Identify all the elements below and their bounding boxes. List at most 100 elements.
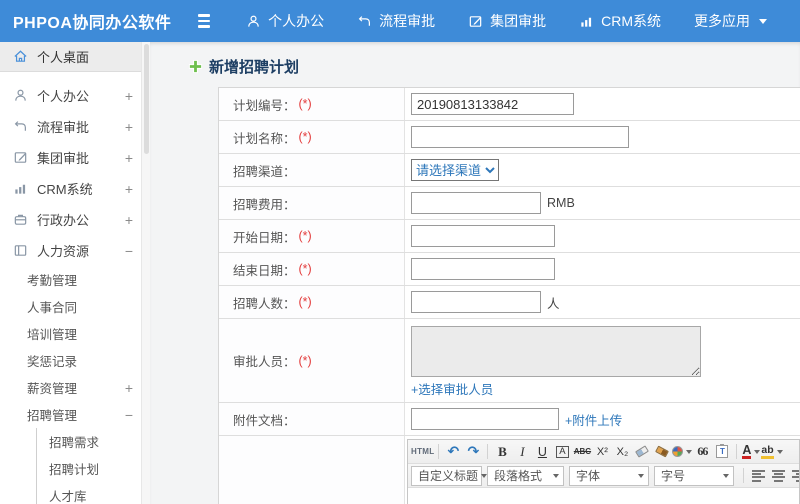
align-center-icon[interactable] <box>768 466 788 486</box>
sidebar-item-label: 奖惩记录 <box>27 355 78 369</box>
field-label: 开始日期： <box>233 230 296 245</box>
plan-name-input[interactable] <box>411 126 629 148</box>
form-row-attachment: 附件文档： +附件上传 <box>219 403 800 436</box>
sidebar-item-personal-office[interactable]: 个人办公 + <box>0 80 150 111</box>
paragraph-format-dropdown[interactable]: 段落格式 <box>487 465 564 486</box>
sidebar-item-label: 流程审批 <box>37 120 90 135</box>
expand-plus-icon[interactable]: + <box>125 182 133 196</box>
expand-plus-icon[interactable]: + <box>125 151 133 165</box>
hamburger-menu-icon[interactable] <box>198 14 211 28</box>
topbar-item-personal-office[interactable]: 个人办公 <box>246 11 324 31</box>
expand-plus-icon[interactable]: + <box>125 381 133 395</box>
font-family-dropdown[interactable]: 字体 <box>569 465 649 486</box>
sidebar-item-recruit-demand[interactable]: 招聘需求 <box>37 428 150 455</box>
channel-select[interactable]: 请选择渠道 <box>411 159 499 181</box>
topbar-item-more-apps[interactable]: 更多应用 <box>694 11 767 31</box>
custom-heading-dropdown[interactable]: 自定义标题 <box>411 465 488 486</box>
sidebar-item-hr-contract[interactable]: 人事合同 <box>0 293 150 320</box>
start-date-input[interactable] <box>411 225 555 247</box>
caret-down-icon <box>754 449 761 454</box>
sidebar-item-hr[interactable]: 人力资源 − <box>0 235 150 266</box>
required-mark: (*) <box>298 295 312 309</box>
underline-button[interactable]: U <box>532 442 552 462</box>
sidebar-recruit-group: 招聘需求 招聘计划 人才库 <box>36 428 150 504</box>
choose-approvers-link[interactable]: +选择审批人员 <box>411 379 493 398</box>
caret-down-icon <box>638 473 644 478</box>
sidebar-item-label: 集团审批 <box>37 151 90 166</box>
cost-input[interactable] <box>411 192 541 214</box>
highlight-color-button[interactable]: ab <box>761 442 783 462</box>
richtext-editor: HTML ↶ ↷ B I U A ABC X² X₂ 66 T A ab 自定义… <box>407 439 800 504</box>
bar-chart-icon <box>15 184 26 194</box>
required-mark: (*) <box>298 229 312 243</box>
end-date-input[interactable] <box>411 258 555 280</box>
caret-down-icon <box>553 473 559 478</box>
sidebar-item-crm[interactable]: CRM系统 + <box>0 173 150 204</box>
font-color-button[interactable]: A <box>741 442 761 462</box>
collapse-minus-icon[interactable]: − <box>125 244 133 258</box>
collapse-minus-icon[interactable]: − <box>125 408 133 422</box>
field-label: 审批人员： <box>233 355 296 369</box>
expand-plus-icon[interactable]: + <box>125 89 133 103</box>
field-label: 结束日期： <box>233 263 296 278</box>
id-card-icon <box>14 245 27 256</box>
page-title-text: 新增招聘计划 <box>209 58 300 76</box>
caret-down-icon <box>723 473 729 478</box>
sidebar-item-talent-pool[interactable]: 人才库 <box>37 482 150 504</box>
sidebar-item-recruit-mgmt[interactable]: 招聘管理 − <box>0 401 150 428</box>
upload-attachment-link[interactable]: +附件上传 <box>565 410 622 429</box>
sidebar-item-admin-office[interactable]: 行政办公 + <box>0 204 150 235</box>
expand-plus-icon[interactable]: + <box>125 213 133 227</box>
sidebar-scrollbar[interactable] <box>141 42 150 504</box>
plan-number-input[interactable] <box>411 93 574 115</box>
sidebar-item-label: 招聘管理 <box>27 409 78 423</box>
redo-icon[interactable]: ↷ <box>463 442 483 462</box>
headcount-input[interactable] <box>411 291 541 313</box>
sidebar-item-rewards[interactable]: 奖惩记录 <box>0 347 150 374</box>
bold-button[interactable]: B <box>492 442 512 462</box>
sidebar-item-personal-desktop[interactable]: 个人桌面 <box>0 42 150 72</box>
remove-format-eraser-icon[interactable] <box>632 442 652 462</box>
form-row-start-date: 开始日期： (*) <box>219 220 800 253</box>
attachment-input[interactable] <box>411 408 559 430</box>
strikethrough-button[interactable]: ABC <box>572 442 592 462</box>
align-right-icon[interactable] <box>788 466 799 486</box>
topbar-item-label: 流程审批 <box>379 13 436 29</box>
paste-as-text-icon[interactable]: T <box>712 442 732 462</box>
sidebar-item-recruit-plan[interactable]: 招聘计划 <box>37 455 150 482</box>
sidebar-item-workflow-approval[interactable]: 流程审批 + <box>0 111 150 142</box>
italic-button[interactable]: I <box>512 442 532 462</box>
format-painter-brush-icon[interactable] <box>652 442 672 462</box>
subscript-button[interactable]: X₂ <box>612 442 632 462</box>
blockquote-button[interactable]: 66 <box>692 442 712 462</box>
topbar-item-workflow-approval[interactable]: 流程审批 <box>357 11 435 31</box>
sidebar-item-group-approval[interactable]: 集团审批 + <box>0 142 150 173</box>
sidebar-item-training[interactable]: 培训管理 <box>0 320 150 347</box>
page-title: 新增招聘计划 <box>188 57 800 76</box>
form-row-channel: 招聘渠道： 请选择渠道 <box>219 154 800 187</box>
form-row-plan-name: 计划名称： (*) <box>219 121 800 154</box>
superscript-button[interactable]: X² <box>592 442 612 462</box>
sidebar-item-label: 考勤管理 <box>27 274 78 288</box>
sidebar-item-attendance[interactable]: 考勤管理 <box>0 266 150 293</box>
editor-content-area[interactable] <box>408 488 799 504</box>
undo-icon[interactable]: ↶ <box>443 442 463 462</box>
border-text-button[interactable]: A <box>552 442 572 462</box>
topbar-item-group-approval[interactable]: 集团审批 <box>468 11 546 31</box>
align-left-icon[interactable] <box>748 466 768 486</box>
approvers-textarea[interactable] <box>411 326 701 377</box>
font-size-dropdown[interactable]: 字号 <box>654 465 734 486</box>
form-row-headcount: 招聘人数： (*) 人 <box>219 286 800 319</box>
required-mark: (*) <box>298 353 312 368</box>
topbar: PHPOA协同办公软件 个人办公 流程审批 集团审批 CRM系统 更多应用 <box>0 0 800 42</box>
html-source-button[interactable]: HTML <box>411 442 434 462</box>
caret-down-icon <box>759 18 767 24</box>
sidebar-item-label: 行政办公 <box>37 213 90 228</box>
briefcase-icon <box>14 214 27 225</box>
sidebar-item-label: CRM系统 <box>37 182 93 197</box>
topbar-item-crm[interactable]: CRM系统 <box>579 11 661 31</box>
recruit-plan-form: 计划编号：(*) 计划名称：(*) 招聘渠道： 请选择渠道 招聘费用： RMB <box>218 87 800 504</box>
sidebar-item-salary[interactable]: 薪资管理 + <box>0 374 150 401</box>
color-palette-icon[interactable] <box>672 442 693 462</box>
expand-plus-icon[interactable]: + <box>125 120 133 134</box>
